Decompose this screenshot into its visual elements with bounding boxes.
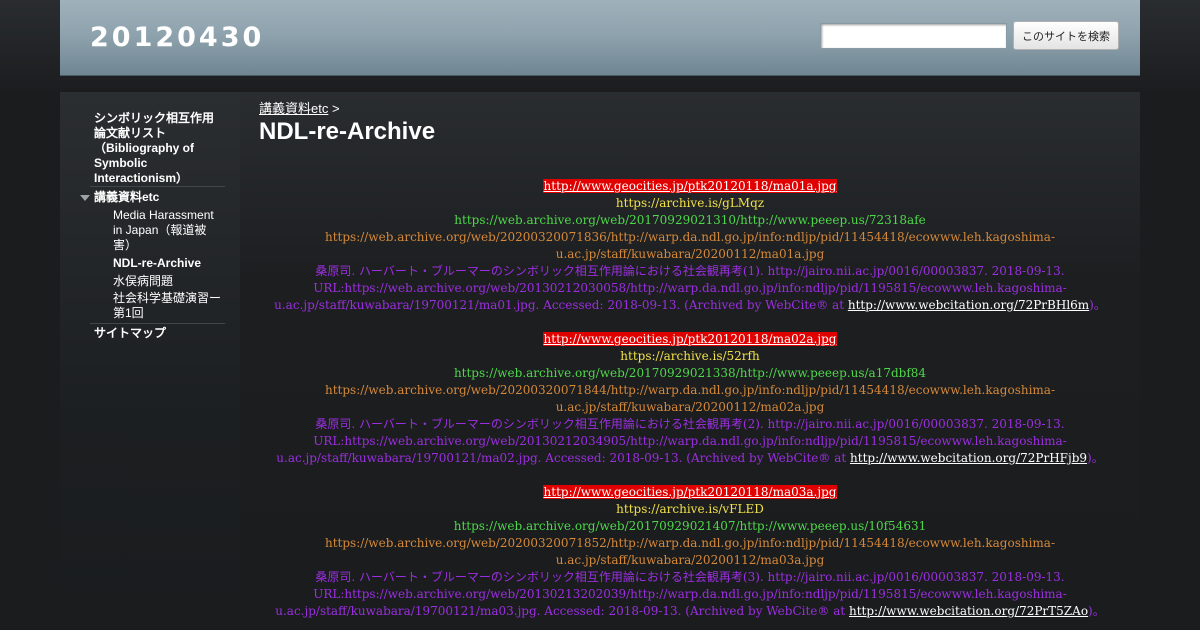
sidebar-item-label: （Bibliography of <box>94 141 194 155</box>
archive-list: http://www.geocities.jp/ptk20120118/ma01… <box>240 178 1140 630</box>
ndl-url: u.ac.jp/staff/kuwabara/20200112/ma03a.jp… <box>555 553 825 567</box>
citation-text: u.ac.jp/staff/kuwabara/19700121/ma03.jpg… <box>240 603 1140 620</box>
sidebar-item-label: シンボリック相互作用 <box>94 111 215 125</box>
citation-text: u.ac.jp/staff/kuwabara/19700121/ma03.jpg… <box>275 604 846 618</box>
sidebar: シンボリック相互作用 論文献リスト （Bibliography of Symbo… <box>60 92 240 630</box>
citation-text: 桑原司. ハーバート・ブルーマーのシンボリック相互作用論における社会観再考(3)… <box>315 570 1065 584</box>
sidebar-divider <box>90 323 225 324</box>
sidebar-item-label: 害） <box>113 238 138 252</box>
citation-end: )。 <box>1087 451 1104 465</box>
sidebar-item-lecture-materials[interactable]: 講義資料etc <box>94 190 159 205</box>
search-input[interactable] <box>820 23 1007 49</box>
archive-is-url: https://archive.is/gLMqz <box>615 196 765 210</box>
geocities-link[interactable]: http://www.geocities.jp/ptk20120118/ma02… <box>542 332 838 346</box>
site-title[interactable]: 20120430 <box>90 22 264 53</box>
sidebar-item-label: Media Harassment <box>113 208 214 222</box>
ndl-url: https://web.archive.org/web/202003200718… <box>324 230 1056 244</box>
sidebar-item-bibliography[interactable]: シンボリック相互作用 論文献リスト （Bibliography of Symbo… <box>94 111 229 186</box>
archive-entry: http://www.geocities.jp/ptk20120118/ma01… <box>240 178 1140 314</box>
expand-triangle-icon[interactable] <box>80 195 90 201</box>
citation-text: URL:https://web.archive.org/web/20130212… <box>313 281 1067 295</box>
webcite-link[interactable]: http://www.webcitation.org/72PrBHl6m <box>848 298 1089 312</box>
sidebar-item-minamata[interactable]: 水俣病問題 <box>113 274 173 289</box>
sidebar-item-label: in Japan（報道被 <box>113 223 207 237</box>
archive-entry: http://www.geocities.jp/ptk20120118/ma02… <box>240 331 1140 467</box>
breadcrumb: 講義資料etc > <box>259 98 340 117</box>
sidebar-item-label: 論文献リスト <box>94 126 167 140</box>
search-button[interactable]: このサイトを検索 <box>1013 21 1119 50</box>
sidebar-item-ndl-re-archive[interactable]: NDL-re-Archive <box>113 256 201 271</box>
wayback-url: https://web.archive.org/web/201709290213… <box>454 213 926 227</box>
sidebar-item-seminar[interactable]: 社会科学基礎演習ー 第1回 <box>113 291 228 321</box>
citation-text: u.ac.jp/staff/kuwabara/19700121/ma01.jpg… <box>240 297 1140 314</box>
webcite-link[interactable]: http://www.webcitation.org/72PrT5ZAo <box>849 604 1088 618</box>
archive-is-url: https://archive.is/52rfh <box>620 349 760 363</box>
geocities-link[interactable]: http://www.geocities.jp/ptk20120118/ma03… <box>542 485 838 499</box>
citation-end: )。 <box>1088 604 1105 618</box>
breadcrumb-separator: > <box>331 101 340 116</box>
ndl-url: https://web.archive.org/web/202003200718… <box>324 536 1056 550</box>
wayback-url: https://web.archive.org/web/201709290213… <box>453 366 927 380</box>
page-title: NDL-re-Archive <box>259 118 436 145</box>
archive-is-url: https://archive.is/vFLED <box>616 502 764 516</box>
citation-text: u.ac.jp/staff/kuwabara/19700121/ma02.jpg… <box>276 451 847 465</box>
geocities-link[interactable]: http://www.geocities.jp/ptk20120118/ma01… <box>542 179 838 193</box>
webcite-link[interactable]: http://www.webcitation.org/72PrHFjb9 <box>850 451 1087 465</box>
main-content: 講義資料etc > NDL-re-Archive http://www.geoc… <box>240 92 1140 630</box>
sidebar-item-label: Interactionism） <box>94 171 189 185</box>
sidebar-item-media-harassment[interactable]: Media Harassment in Japan（報道被 害） <box>113 208 228 253</box>
sidebar-item-sitemap[interactable]: サイトマップ <box>94 326 166 341</box>
sidebar-divider <box>90 186 225 187</box>
citation-end: )。 <box>1089 298 1106 312</box>
citation-text: 桑原司. ハーバート・ブルーマーのシンボリック相互作用論における社会観再考(2)… <box>315 417 1065 431</box>
citation-text: URL:https://web.archive.org/web/20130213… <box>313 587 1067 601</box>
breadcrumb-link[interactable]: 講義資料etc <box>259 101 328 116</box>
archive-entry: http://www.geocities.jp/ptk20120118/ma03… <box>240 484 1140 620</box>
sidebar-item-label: 第1回 <box>113 306 144 320</box>
sidebar-item-label: Symbolic <box>94 156 148 170</box>
citation-text: u.ac.jp/staff/kuwabara/19700121/ma01.jpg… <box>274 298 845 312</box>
citation-text: 桑原司. ハーバート・ブルーマーのシンボリック相互作用論における社会観再考(1)… <box>315 264 1065 278</box>
ndl-url: https://web.archive.org/web/202003200718… <box>324 383 1056 397</box>
sidebar-item-label: 社会科学基礎演習ー <box>113 291 222 305</box>
site-header: 20120430 このサイトを検索 <box>60 0 1140 76</box>
wayback-url: https://web.archive.org/web/201709290214… <box>453 519 927 533</box>
citation-text: u.ac.jp/staff/kuwabara/19700121/ma02.jpg… <box>240 450 1140 467</box>
ndl-url: u.ac.jp/staff/kuwabara/20200112/ma02a.jp… <box>555 400 825 414</box>
citation-text: URL:https://web.archive.org/web/20130212… <box>313 434 1067 448</box>
ndl-url: u.ac.jp/staff/kuwabara/20200112/ma01a.jp… <box>555 247 825 261</box>
